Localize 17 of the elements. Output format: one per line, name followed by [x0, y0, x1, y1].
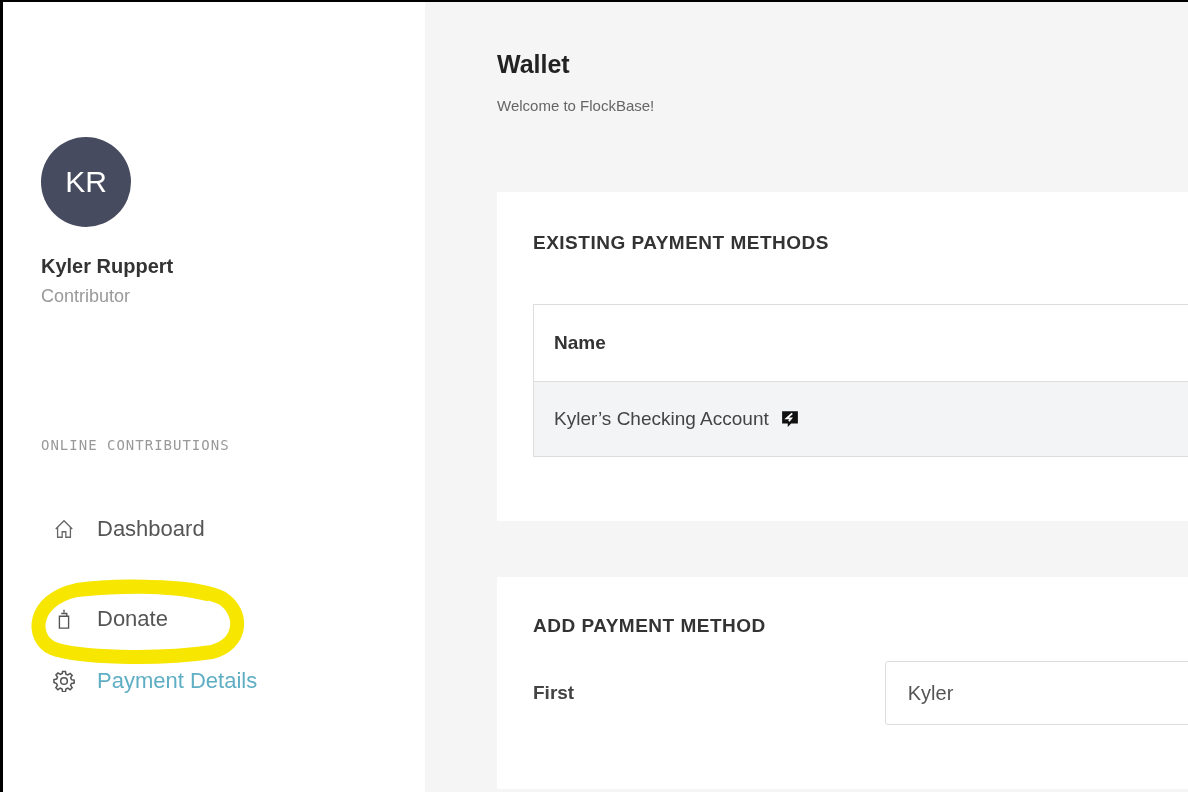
card-title: ADD PAYMENT METHOD — [533, 615, 767, 637]
field-label: First — [533, 682, 576, 704]
column-header: Name — [533, 304, 1188, 382]
input-field[interactable]: Kyler — [884, 661, 1188, 725]
comment-icon — [780, 410, 799, 428]
sidebar-item[interactable]: Dashboard — [41, 516, 205, 542]
sidebar-item[interactable]: Donate — [41, 606, 168, 632]
settings-icon — [53, 670, 75, 692]
page-subtitle: Welcome to FlockBase! — [497, 97, 656, 114]
user-avatar: KR — [41, 137, 131, 227]
table-cell: Kyler’s Checking Account — [533, 381, 1188, 457]
page-title: Wallet — [497, 50, 571, 79]
home-icon — [53, 518, 75, 540]
card-title: EXISTING PAYMENT METHODS — [533, 232, 830, 254]
user-role: Contributor — [41, 286, 132, 307]
user-name: Kyler Ruppert — [41, 255, 175, 278]
section-heading: ONLINE CONTRIBUTIONS — [41, 437, 231, 453]
